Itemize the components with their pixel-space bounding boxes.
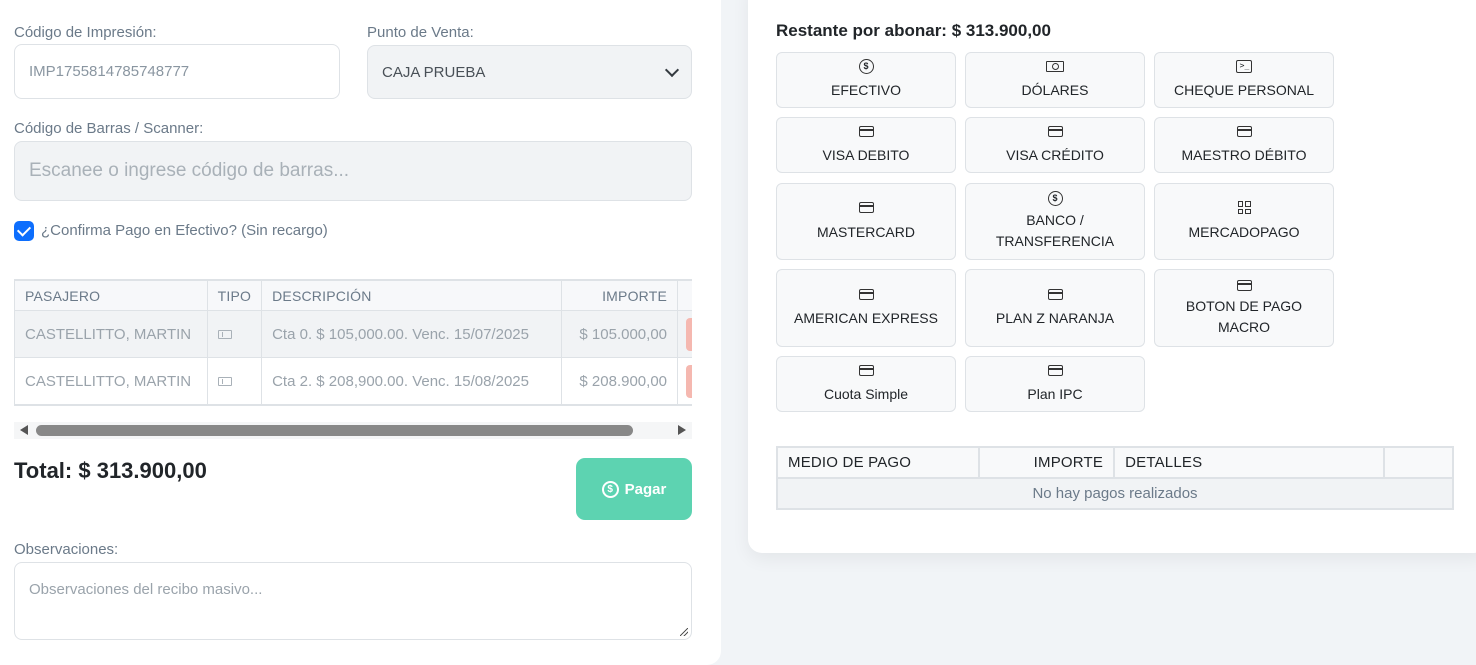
table-row: CASTELLITTO, MARTIN Cta 0. $ 105,000.00.… <box>14 310 692 358</box>
payment-method-label: MASTERCARD <box>816 223 915 240</box>
coin-icon: $ <box>601 480 619 498</box>
cell-descripcion: Cta 2. $ 208,900.00. Venc. 15/08/2025 <box>261 357 562 405</box>
barcode-label: Código de Barras / Scanner: <box>14 120 204 137</box>
payment-method-plan-z-naranja[interactable]: PLAN Z NARANJA <box>965 269 1145 347</box>
items-table: PASAJERO TIPO DESCRIPCIÓN IMPORTE CASTEL… <box>14 280 692 405</box>
credit-card-icon <box>1236 279 1252 291</box>
payment-method-label: BANCO / TRANSFERENCIA <box>995 211 1115 249</box>
point-of-sale-label: Punto de Venta: <box>367 24 474 41</box>
cell-tipo <box>206 310 263 358</box>
payment-method-label: PLAN Z NARANJA <box>995 310 1115 326</box>
cell-importe: $ 208.900,00 <box>560 357 679 405</box>
payment-method-mercadopago[interactable]: MERCADOPAGO <box>1154 183 1334 260</box>
observations-label: Observaciones: <box>14 541 119 558</box>
delete-button[interactable] <box>686 317 692 351</box>
horizontal-scrollbar[interactable] <box>14 422 692 439</box>
col-header-tipo: TIPO <box>206 280 263 311</box>
payment-method-dolares[interactable]: DÓLARES <box>965 52 1145 108</box>
payment-method-label: AMERICAN EXPRESS <box>794 310 938 326</box>
payment-method-efectivo[interactable]: $ EFECTIVO <box>776 52 956 108</box>
payment-method-label: DÓLARES <box>1021 82 1089 98</box>
scrollbar-thumb[interactable] <box>36 425 633 436</box>
payment-method-label: CHEQUE PERSONAL <box>1173 82 1315 98</box>
delete-button[interactable] <box>686 364 692 398</box>
qr-code-icon <box>1237 201 1251 214</box>
credit-card-icon <box>1236 125 1252 137</box>
scroll-right-arrow-icon[interactable] <box>678 425 686 435</box>
credit-card-icon <box>1047 125 1063 137</box>
ticket-icon <box>217 376 232 386</box>
col-header-importe: IMPORTE <box>978 446 1116 479</box>
payment-method-banco-transferencia[interactable]: $ BANCO / TRANSFERENCIA <box>965 183 1145 260</box>
cell-pasajero: CASTELLITTO, MARTIN <box>14 357 208 405</box>
print-code-label: Código de Impresión: <box>14 24 157 41</box>
credit-card-icon <box>858 364 874 376</box>
col-header-importe: IMPORTE <box>560 280 679 311</box>
payment-method-boton-pago-macro[interactable]: BOTON DE PAGO MACRO <box>1154 269 1334 347</box>
coin-icon: $ <box>1047 191 1063 206</box>
payment-method-label: VISA CRÉDITO <box>1006 147 1104 163</box>
payment-method-label: Cuota Simple <box>823 386 909 402</box>
payment-method-american-express[interactable]: AMERICAN EXPRESS <box>776 269 956 347</box>
pay-button[interactable]: $ Pagar <box>576 458 692 520</box>
cash-icon <box>1046 60 1064 72</box>
ticket-icon <box>217 329 232 339</box>
payment-method-label: Plan IPC <box>1027 386 1083 402</box>
payment-method-cuota-simple[interactable]: Cuota Simple <box>776 356 956 412</box>
observations-placeholder: Observaciones del recibo masivo... <box>29 581 263 598</box>
payments-table: MEDIO DE PAGO IMPORTE DETALLES No hay pa… <box>775 446 1454 510</box>
cell-importe: $ 105.000,00 <box>560 310 679 358</box>
col-header-detalles: DETALLES <box>1113 446 1386 479</box>
terminal-icon: >_ <box>1236 59 1252 73</box>
cell-tipo <box>206 357 263 405</box>
chevron-down-icon <box>664 62 680 78</box>
credit-card-icon <box>1047 288 1063 300</box>
payment-method-visa-credito[interactable]: VISA CRÉDITO <box>965 117 1145 173</box>
observations-textarea[interactable]: Observaciones del recibo masivo... <box>14 562 692 640</box>
print-code-input[interactable]: IMP1755814785748777 <box>14 44 340 99</box>
payment-method-cheque-personal[interactable]: >_ CHEQUE PERSONAL <box>1154 52 1334 108</box>
cell-actions <box>677 310 692 358</box>
point-of-sale-select[interactable]: CAJA PRUEBA <box>367 45 692 99</box>
cell-actions <box>677 357 692 405</box>
payment-method-label: MAESTRO DÉBITO <box>1181 147 1307 163</box>
remaining-amount: Restante por abonar: $ 313.900,00 <box>776 21 1051 40</box>
total-amount: Total: $ 313.900,00 <box>14 458 207 483</box>
barcode-input[interactable]: Escanee o ingrese código de barras... <box>14 141 692 201</box>
credit-card-icon <box>1047 364 1063 376</box>
credit-card-icon <box>858 202 874 213</box>
table-row: No hay pagos realizados <box>776 477 1454 510</box>
scroll-left-arrow-icon[interactable] <box>20 425 28 435</box>
items-table-container: PASAJERO TIPO DESCRIPCIÓN IMPORTE CASTEL… <box>14 279 692 406</box>
payment-method-plan-ipc[interactable]: Plan IPC <box>965 356 1145 412</box>
payment-method-mastercard[interactable]: MASTERCARD <box>776 183 956 260</box>
col-header-actions <box>677 280 692 311</box>
resize-grip-icon[interactable] <box>680 628 688 636</box>
col-header-pasajero: PASAJERO <box>14 280 208 311</box>
col-header-actions <box>1383 446 1454 479</box>
point-of-sale-value: CAJA PRUEBA <box>382 63 486 81</box>
confirm-cash-checkbox[interactable] <box>14 221 34 241</box>
pay-button-label: Pagar <box>624 480 667 498</box>
payment-method-label: MERCADOPAGO <box>1188 223 1300 240</box>
table-row: CASTELLITTO, MARTIN Cta 2. $ 208,900.00.… <box>14 357 692 405</box>
payment-method-label: BOTON DE PAGO MACRO <box>1185 298 1303 335</box>
credit-card-icon <box>858 125 874 137</box>
col-header-medio-pago: MEDIO DE PAGO <box>775 446 981 479</box>
coin-icon: $ <box>858 58 874 74</box>
cell-pasajero: CASTELLITTO, MARTIN <box>14 310 208 358</box>
confirm-cash-label: ¿Confirma Pago en Efectivo? (Sin recargo… <box>41 222 328 239</box>
empty-payments-message: No hay pagos realizados <box>776 477 1454 510</box>
payment-method-label: VISA DEBITO <box>822 147 910 163</box>
payment-method-visa-debito[interactable]: VISA DEBITO <box>776 117 956 173</box>
payment-method-label: EFECTIVO <box>830 82 901 98</box>
payment-method-maestro-debito[interactable]: MAESTRO DÉBITO <box>1154 117 1334 173</box>
credit-card-icon <box>858 288 874 300</box>
col-header-descripcion: DESCRIPCIÓN <box>261 280 562 311</box>
cell-descripcion: Cta 0. $ 105,000.00. Venc. 15/07/2025 <box>261 310 562 358</box>
